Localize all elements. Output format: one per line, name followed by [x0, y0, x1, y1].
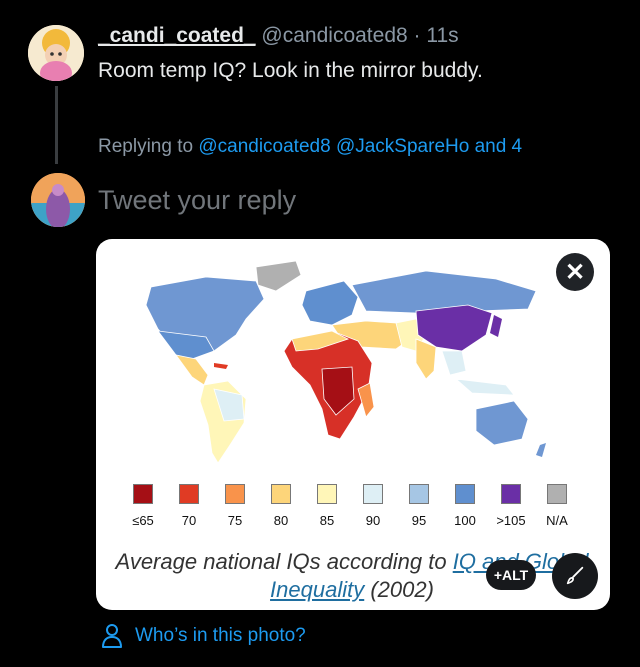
user-handle[interactable]: @candicoated8 [261, 24, 407, 47]
legend-swatch [225, 484, 245, 504]
legend-swatch [317, 484, 337, 504]
legend-swatch [179, 484, 199, 504]
legend-item: 90 [350, 484, 396, 528]
tag-people-button[interactable]: Who’s in this photo? [101, 623, 306, 649]
legend-swatch [271, 484, 291, 504]
replying-prefix: Replying to [98, 136, 194, 157]
tweet-text: Room temp IQ? Look in the mirror buddy. [98, 59, 483, 82]
legend-item: N/A [534, 484, 580, 528]
world-iq-map [145, 260, 546, 464]
legend-label: 100 [454, 513, 476, 528]
add-alt-text-button[interactable]: +ALT [486, 560, 536, 590]
map-legend: ≤65 70 75 80 85 90 95 100 >105 N/A [120, 484, 590, 534]
close-icon: ✕ [564, 258, 586, 286]
legend-label: 75 [227, 513, 243, 528]
display-name[interactable]: _candi_coated_ [98, 24, 256, 47]
legend-item: 80 [258, 484, 304, 528]
legend-item: ≤65 [120, 484, 166, 528]
legend-item: 100 [442, 484, 488, 528]
replying-to: Replying to @candicoated8 @JackSpareHo a… [98, 136, 522, 158]
person-icon [102, 624, 122, 648]
caption-year: (2002) [370, 577, 434, 602]
legend-label: 95 [411, 513, 427, 528]
legend-swatch [363, 484, 383, 504]
tweet-header: _candi_coated_ @candicoated8 · 11s [98, 24, 459, 48]
current-user-avatar[interactable] [31, 173, 85, 227]
legend-swatch [501, 484, 521, 504]
others-link[interactable]: and 4 [475, 136, 523, 157]
legend-swatch [409, 484, 429, 504]
thread-line [55, 86, 58, 164]
legend-label: 70 [181, 513, 197, 528]
legend-item: 75 [212, 484, 258, 528]
reply-input[interactable]: Tweet your reply [98, 185, 296, 216]
legend-label: 85 [319, 513, 335, 528]
caption-text: Average national IQs according to [115, 549, 447, 574]
legend-label: 90 [365, 513, 381, 528]
legend-item: 85 [304, 484, 350, 528]
timestamp[interactable]: 11s [426, 24, 458, 47]
mention-link[interactable]: @candicoated8 [198, 136, 330, 157]
avatar[interactable] [28, 25, 84, 81]
mention-link[interactable]: @JackSpareHo [336, 136, 469, 157]
legend-swatch [547, 484, 567, 504]
legend-label: 80 [273, 513, 289, 528]
legend-label: N/A [546, 513, 568, 528]
brush-icon [566, 566, 584, 585]
separator: · [413, 24, 421, 47]
legend-label: >105 [496, 513, 526, 528]
legend-item: >105 [488, 484, 534, 528]
legend-item: 95 [396, 484, 442, 528]
tag-people-label: Who’s in this photo? [135, 625, 306, 646]
legend-swatch [455, 484, 475, 504]
legend-label: ≤65 [132, 513, 154, 528]
close-media-button[interactable]: ✕ [556, 253, 594, 291]
avatar-illustration [31, 173, 85, 227]
avatar-illustration [28, 25, 84, 81]
legend-swatch [133, 484, 153, 504]
legend-item: 70 [166, 484, 212, 528]
edit-media-button[interactable] [552, 553, 598, 599]
